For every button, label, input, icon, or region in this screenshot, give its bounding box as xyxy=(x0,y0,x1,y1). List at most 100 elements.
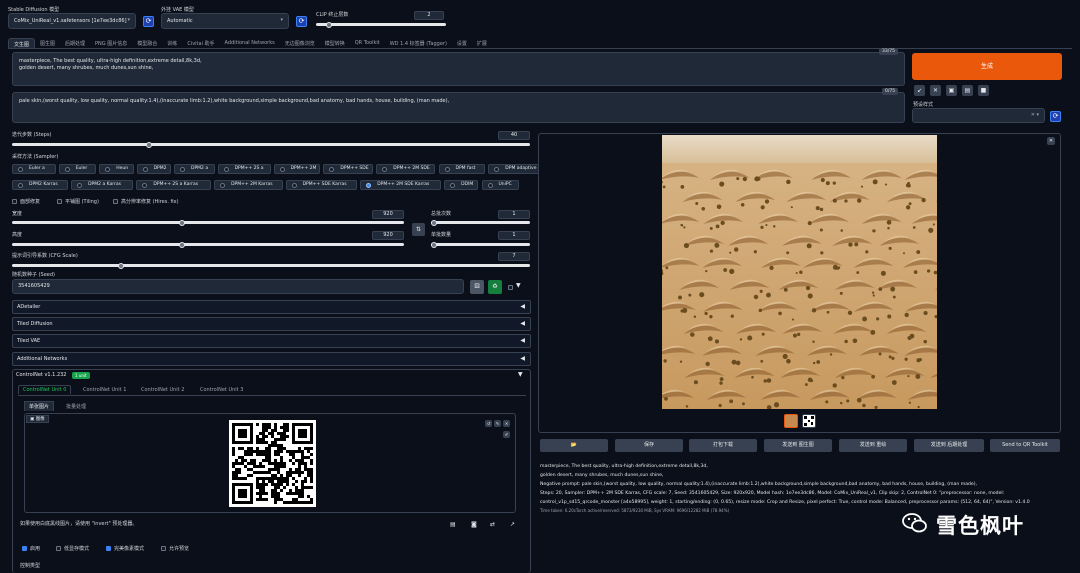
send-to-img2img-button[interactable]: 发送到 图生图 xyxy=(764,439,832,452)
tab-batch[interactable]: 批量处理 xyxy=(66,403,86,410)
sampler-option[interactable]: DPM++ SDE Karras xyxy=(285,180,358,190)
clip-value[interactable]: 2 xyxy=(414,11,444,20)
height-value[interactable]: 920 xyxy=(372,231,404,240)
sampler-option[interactable]: DPM++ 2S a Karras xyxy=(136,180,212,190)
pixel-perfect-checkbox[interactable] xyxy=(106,546,111,551)
sampler-option[interactable]: DPM2 a xyxy=(174,164,215,174)
save-style-icon[interactable]: ■ xyxy=(978,85,989,96)
brush-icon[interactable]: ✐ xyxy=(503,431,510,438)
model-select[interactable]: CoMix_UniReal_v1.safetensors [1e7ee3dc86… xyxy=(8,13,136,29)
cfg-slider-knob[interactable] xyxy=(118,262,124,269)
accordion-tiled-diffusion[interactable]: Tiled Diffusion ◀ xyxy=(12,317,531,331)
sampler-option[interactable]: DPM++ 2M xyxy=(273,164,321,174)
close-icon[interactable]: ✕ xyxy=(503,420,510,427)
batch-size-slider[interactable] xyxy=(431,243,530,246)
apply-style-icon[interactable]: ▤ xyxy=(962,85,973,96)
cfg-slider[interactable] xyxy=(12,264,530,267)
sampler-option[interactable]: DPM++ 2M Karras xyxy=(214,180,283,190)
sampler-option[interactable]: DPM++ SDE xyxy=(323,164,374,174)
refresh-vae-icon[interactable]: ⟳ xyxy=(296,16,307,27)
tab-controlnet-unit-1[interactable]: ControlNet Unit 1 xyxy=(83,387,126,393)
width-slider[interactable] xyxy=(12,221,404,224)
sampler-option[interactable]: DPM++ 2M SDE xyxy=(376,164,436,174)
batch-size-knob[interactable] xyxy=(431,241,437,248)
tiling-checkbox[interactable] xyxy=(57,199,62,204)
extra-seed-checkbox[interactable] xyxy=(508,285,513,290)
tab-controlnet-unit-0[interactable]: ControlNet Unit 0 xyxy=(18,385,72,394)
batch-count-slider[interactable] xyxy=(431,221,530,224)
width-label: 宽度 xyxy=(12,211,23,217)
sampler-option[interactable]: Heun xyxy=(99,164,134,174)
qr-code-image[interactable] xyxy=(229,420,316,507)
height-slider[interactable] xyxy=(12,243,404,246)
generate-button[interactable]: 生成 xyxy=(912,53,1062,80)
prompt-input[interactable]: masterpiece, The best quality, ultra-hig… xyxy=(12,52,905,86)
style-select[interactable]: ✕ ▾ xyxy=(912,108,1045,123)
vae-select[interactable]: Automatic ▾ xyxy=(161,13,289,29)
recycle-icon[interactable]: ♻ xyxy=(488,280,502,294)
send-dimensions-icon[interactable]: ↗ xyxy=(510,521,515,528)
generated-desert-image[interactable] xyxy=(662,135,937,409)
thumbnail-desert[interactable] xyxy=(784,414,798,428)
sampler-option[interactable]: DPM2 xyxy=(136,164,171,174)
sampler-option[interactable]: DDIM xyxy=(444,180,479,190)
controlnet-title[interactable]: ControlNet v1.1.232 xyxy=(16,372,66,378)
rotate-icon[interactable]: ↺ xyxy=(485,420,492,427)
refresh-style-icon[interactable]: ⟳ xyxy=(1050,111,1061,122)
hires-fix-checkbox[interactable] xyxy=(113,199,118,204)
tab-single-image[interactable]: 单张图片 xyxy=(24,401,55,411)
batch-count-value[interactable]: 1 xyxy=(498,210,530,219)
swap-dimensions-icon[interactable]: ⇅ xyxy=(412,223,425,236)
negative-prompt-input[interactable]: pale skin,(worst quality, low quality, n… xyxy=(12,92,905,123)
send-to-qr-toolkit-button[interactable]: Send to QR Toolkit xyxy=(990,439,1060,452)
tab-controlnet-unit-3[interactable]: ControlNet Unit 3 xyxy=(200,387,243,393)
dice-icon[interactable]: ⚄ xyxy=(470,280,484,294)
steps-value[interactable]: 40 xyxy=(498,131,530,140)
seed-input[interactable]: 3541605429 xyxy=(12,279,464,294)
trash-icon[interactable]: ✕ xyxy=(930,85,941,96)
sampler-option[interactable]: DPM2 Karras xyxy=(12,180,69,190)
width-slider-knob[interactable] xyxy=(179,219,185,226)
sampler-option[interactable]: UniPC xyxy=(481,180,519,190)
clip-slider[interactable] xyxy=(316,23,446,26)
swap-icon[interactable]: ⇄ xyxy=(490,521,495,528)
sampler-option-label: DPM++ 2M SDE Karras xyxy=(377,182,430,187)
accordion-adetailer[interactable]: ADetailer ◀ xyxy=(12,300,531,314)
caret-down-icon[interactable]: ▼ xyxy=(516,282,521,289)
lowvram-checkbox[interactable] xyxy=(56,546,61,551)
open-folder-button[interactable]: 📂 xyxy=(540,439,608,452)
save-button[interactable]: 保存 xyxy=(615,439,683,452)
edit-icon[interactable]: ✎ xyxy=(494,420,501,427)
sampler-option[interactable]: DPM++ 2M SDE Karras xyxy=(360,180,442,190)
steps-slider-knob[interactable] xyxy=(146,141,152,148)
camera-icon[interactable]: ◙ xyxy=(471,521,477,528)
sampler-option[interactable]: DPM++ 2S a xyxy=(217,164,271,174)
allow-preview-checkbox[interactable] xyxy=(161,546,166,551)
width-value[interactable]: 920 xyxy=(372,210,404,219)
enable-checkbox[interactable] xyxy=(22,546,27,551)
sampler-option[interactable]: Euler xyxy=(58,164,97,174)
accordion-additional-networks[interactable]: Additional Networks ◀ xyxy=(12,352,531,366)
batch-count-knob[interactable] xyxy=(431,219,437,226)
read-params-icon[interactable]: ↙ xyxy=(914,85,925,96)
close-icon[interactable]: ✕ xyxy=(1047,137,1055,145)
sampler-option[interactable]: DPM fast xyxy=(438,164,486,174)
send-to-extras-button[interactable]: 发送到 后期处理 xyxy=(914,439,984,452)
tab-controlnet-unit-2[interactable]: ControlNet Unit 2 xyxy=(141,387,184,393)
send-to-inpaint-button[interactable]: 发送到 重绘 xyxy=(839,439,907,452)
batch-size-value[interactable]: 1 xyxy=(498,231,530,240)
restore-faces-checkbox[interactable] xyxy=(12,199,17,204)
accordion-tiled-vae[interactable]: Tiled VAE ◀ xyxy=(12,334,531,348)
sampler-option[interactable]: DPM2 a Karras xyxy=(71,180,134,190)
height-slider-knob[interactable] xyxy=(179,241,185,248)
zip-download-button[interactable]: 打包下载 xyxy=(689,439,757,452)
thumbnail-qr[interactable] xyxy=(802,414,816,428)
refresh-model-icon[interactable]: ⟳ xyxy=(143,16,154,27)
clip-slider-knob[interactable] xyxy=(326,21,332,28)
steps-slider[interactable] xyxy=(12,143,530,146)
caret-down-icon[interactable]: ▼ xyxy=(518,371,523,378)
extra-networks-icon[interactable]: ▣ xyxy=(946,85,957,96)
sampler-option[interactable]: Euler a xyxy=(12,164,56,174)
new-canvas-icon[interactable]: ▤ xyxy=(450,521,456,528)
cfg-value[interactable]: 7 xyxy=(498,252,530,261)
